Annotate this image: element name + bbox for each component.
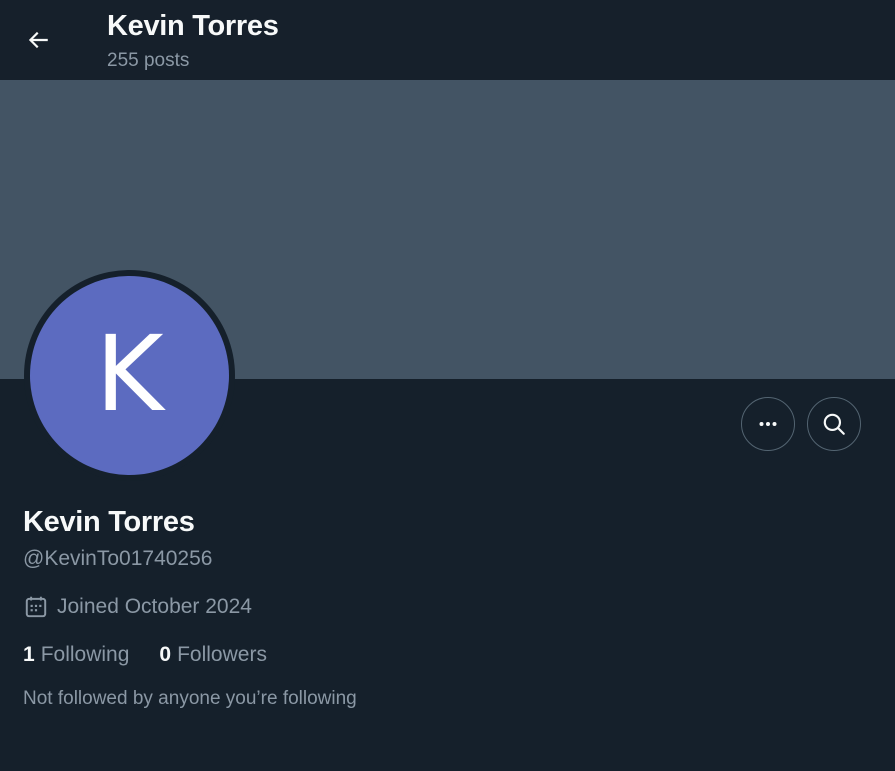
user-handle: @KevinTo01740256	[23, 547, 213, 570]
followers-link[interactable]: 0 Followers	[159, 643, 267, 667]
join-date-text: Joined October 2024	[57, 595, 252, 618]
following-count: 1	[23, 643, 35, 666]
mutual-followers-note: Not followed by anyone you’re following	[23, 688, 357, 709]
profile-header: Kevin Torres 255 posts	[0, 0, 895, 80]
followers-label: Followers	[177, 643, 267, 666]
more-button[interactable]	[741, 397, 795, 451]
avatar[interactable]: K	[30, 276, 229, 475]
more-horizontal-icon	[759, 422, 777, 426]
following-link[interactable]: 1 Following	[23, 643, 129, 667]
join-date: Joined October 2024	[23, 594, 252, 620]
search-icon	[823, 413, 845, 435]
follow-stats: 1 Following 0 Followers	[23, 643, 267, 667]
header-title: Kevin Torres	[107, 10, 279, 42]
arrow-left-icon	[28, 31, 48, 49]
post-count: 255 posts	[107, 50, 190, 71]
back-button[interactable]	[18, 22, 58, 58]
search-button[interactable]	[807, 397, 861, 451]
following-label: Following	[40, 643, 130, 666]
followers-count: 0	[159, 643, 172, 666]
display-name: Kevin Torres	[23, 506, 195, 538]
calendar-icon	[23, 594, 49, 620]
avatar-initial: K	[95, 312, 164, 435]
